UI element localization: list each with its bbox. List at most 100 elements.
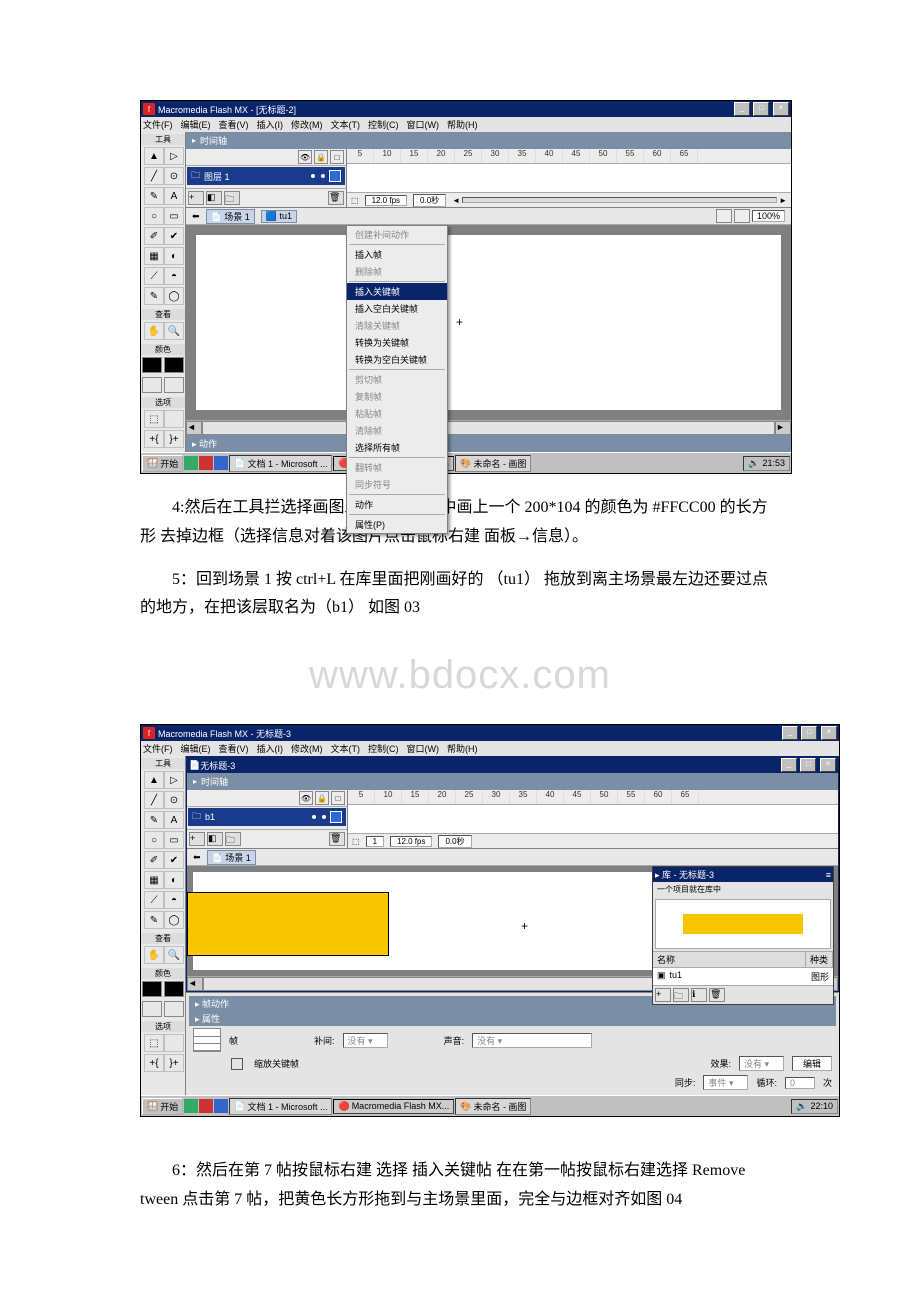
- bucket-tool-icon[interactable]: ◓: [164, 267, 184, 285]
- lasso-tool-icon[interactable]: ⊙: [164, 791, 184, 809]
- close-icon[interactable]: ×: [821, 726, 837, 740]
- ink-tool-icon[interactable]: ⟋: [144, 267, 164, 285]
- option3-icon[interactable]: +{: [144, 1054, 164, 1072]
- eyedropper-tool-icon[interactable]: ✎: [144, 287, 164, 305]
- scale-checkbox[interactable]: [231, 1058, 243, 1070]
- menubar[interactable]: 文件(F) 编辑(E) 查看(V) 插入(I) 修改(M) 文本(T) 控制(C…: [141, 117, 791, 132]
- eye-icon[interactable]: 👁: [298, 150, 312, 164]
- menu-window[interactable]: 窗口(W): [407, 118, 440, 131]
- pen-tool-icon[interactable]: ✎: [144, 811, 164, 829]
- zoom-icon2[interactable]: [734, 209, 750, 223]
- delete-layer-icon[interactable]: 🗑: [328, 191, 344, 205]
- swap-color-icon[interactable]: [142, 1001, 162, 1017]
- close-icon[interactable]: ×: [820, 758, 836, 772]
- taskbar-item-paint[interactable]: 🎨 未命名 - 画图: [455, 455, 531, 472]
- add-guide-icon[interactable]: ◧: [207, 832, 223, 846]
- lib-col-name[interactable]: 名称: [653, 952, 806, 967]
- onion-icon[interactable]: ⬚: [352, 837, 360, 846]
- brush-tool-icon[interactable]: ✔: [164, 851, 184, 869]
- stroke-color-icon[interactable]: [142, 357, 162, 373]
- zoom-tool-icon[interactable]: 🔍: [164, 322, 184, 340]
- menu-modify[interactable]: 修改(M): [291, 742, 323, 755]
- option1-icon[interactable]: ⬚: [144, 410, 164, 428]
- menu-control[interactable]: 控制(C): [368, 742, 399, 755]
- lasso-tool-icon[interactable]: ⊙: [164, 167, 184, 185]
- lock-icon[interactable]: 🔒: [315, 791, 329, 805]
- ql-icon2[interactable]: [199, 456, 213, 470]
- rect-tool-icon[interactable]: ▭: [164, 207, 184, 225]
- arrow-tool-icon[interactable]: ▲: [144, 771, 164, 789]
- eraser-tool-icon[interactable]: ◯: [164, 911, 184, 929]
- layer-row-b1[interactable]: 🗀 b1: [188, 808, 346, 826]
- menu-window[interactable]: 窗口(W): [407, 742, 440, 755]
- lib-item[interactable]: ▣ tu1 图形: [653, 968, 833, 985]
- brush-tool-icon[interactable]: ✔: [164, 227, 184, 245]
- ql-icon3[interactable]: [214, 1099, 228, 1113]
- ctx-properties[interactable]: 属性(P): [347, 516, 447, 533]
- menu-modify[interactable]: 修改(M): [291, 118, 323, 131]
- maximize-icon[interactable]: □: [800, 758, 816, 772]
- pen-tool-icon[interactable]: ✎: [144, 187, 164, 205]
- bucket-tool-icon[interactable]: ◓: [164, 891, 184, 909]
- h-scrollbar[interactable]: ◄►: [186, 420, 791, 435]
- maximize-icon[interactable]: □: [801, 726, 817, 740]
- taskbar-item-word[interactable]: 📄 文档 1 - Microsoft ...: [229, 455, 332, 472]
- fill-transform-icon[interactable]: ◐: [164, 871, 184, 889]
- outline-icon[interactable]: □: [331, 791, 345, 805]
- scene-crumb[interactable]: 📄 场景 1: [206, 209, 255, 224]
- no-color-icon[interactable]: [164, 377, 184, 393]
- transform-tool-icon[interactable]: ▦: [144, 871, 164, 889]
- back-icon[interactable]: ⬅: [193, 852, 201, 863]
- fill-transform-icon[interactable]: ◐: [164, 247, 184, 265]
- menu-edit[interactable]: 编辑(E): [181, 118, 211, 131]
- pencil-tool-icon[interactable]: ✐: [144, 227, 164, 245]
- ink-tool-icon[interactable]: ⟋: [144, 891, 164, 909]
- ctx-insert-frame[interactable]: 插入帧: [347, 246, 447, 263]
- text-tool-icon[interactable]: A: [164, 811, 184, 829]
- eyedropper-tool-icon[interactable]: ✎: [144, 911, 164, 929]
- ctx-actions[interactable]: 动作: [347, 496, 447, 513]
- oval-tool-icon[interactable]: ○: [144, 831, 164, 849]
- menu-view[interactable]: 查看(V): [219, 742, 249, 755]
- menu-view[interactable]: 查看(V): [219, 118, 249, 131]
- zoom-value[interactable]: 100%: [752, 210, 785, 222]
- stage[interactable]: + 创建补间动作 插入帧 删除帧 插入关键帧 插入空白关键帧 清除关键帧 转换为…: [186, 225, 791, 420]
- subselect-tool-icon[interactable]: ▷: [164, 771, 184, 789]
- menu-control[interactable]: 控制(C): [368, 118, 399, 131]
- add-layer-icon[interactable]: +: [188, 191, 204, 205]
- loop-input[interactable]: 0: [785, 1077, 815, 1089]
- system-tray[interactable]: 🔊 21:53: [743, 456, 790, 471]
- ql-icon1[interactable]: [184, 1099, 198, 1113]
- arrow-tool-icon[interactable]: ▲: [144, 147, 164, 165]
- frames-area[interactable]: 51015 202530 354045 505560 65 ⬚ 12.0 fps…: [347, 149, 791, 207]
- minimize-icon[interactable]: _: [734, 102, 750, 116]
- taskbar-item-word[interactable]: 📄 文档 1 - Microsoft ...: [229, 1098, 332, 1115]
- option1-icon[interactable]: ⬚: [144, 1034, 164, 1052]
- window-buttons-2[interactable]: _ □ ×: [781, 726, 837, 740]
- outline-icon[interactable]: □: [330, 150, 344, 164]
- properties-header[interactable]: 属性: [189, 1011, 836, 1026]
- line-tool-icon[interactable]: ╱: [144, 167, 164, 185]
- ctx-convert-blank-keyframe[interactable]: 转换为空白关键帧: [347, 351, 447, 368]
- add-layer-icon[interactable]: +: [189, 832, 205, 846]
- delete-layer-icon[interactable]: 🗑: [329, 832, 345, 846]
- no-color-icon[interactable]: [164, 1001, 184, 1017]
- lib-col-type[interactable]: 种类: [806, 952, 833, 967]
- window-buttons[interactable]: _ □ ×: [733, 102, 789, 116]
- subselect-tool-icon[interactable]: ▷: [164, 147, 184, 165]
- transform-tool-icon[interactable]: ▦: [144, 247, 164, 265]
- hand-tool-icon[interactable]: ✋: [144, 946, 164, 964]
- eraser-tool-icon[interactable]: ◯: [164, 287, 184, 305]
- option3-icon[interactable]: +{: [144, 430, 164, 448]
- option4-icon[interactable]: }+: [164, 1054, 184, 1072]
- ctx-insert-keyframe[interactable]: 插入关键帧: [347, 283, 447, 300]
- ctx-convert-keyframe[interactable]: 转换为关键帧: [347, 334, 447, 351]
- line-tool-icon[interactable]: ╱: [144, 791, 164, 809]
- option4-icon[interactable]: }+: [164, 430, 184, 448]
- fill-color-icon[interactable]: [164, 357, 184, 373]
- minimize-icon[interactable]: _: [781, 758, 797, 772]
- menu-text[interactable]: 文本(T): [331, 118, 361, 131]
- menu-help[interactable]: 帮助(H): [447, 742, 478, 755]
- start-button[interactable]: 🪟 开始: [142, 455, 183, 472]
- zoom-icon1[interactable]: [716, 209, 732, 223]
